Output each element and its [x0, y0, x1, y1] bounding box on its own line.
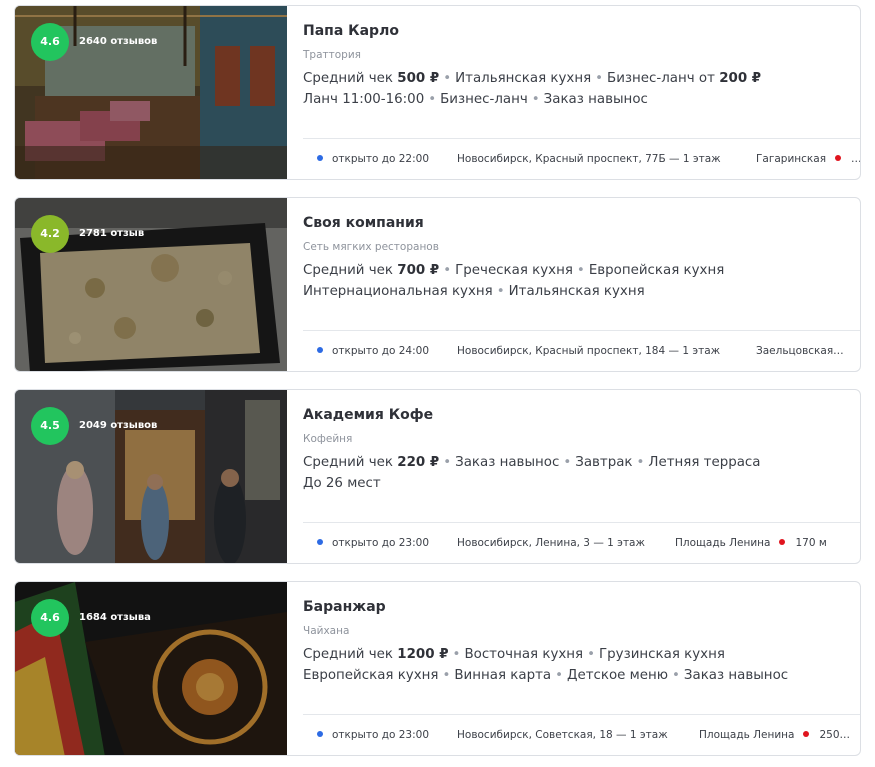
metro-line-dot	[835, 155, 842, 161]
reviews-count[interactable]: 2640 отзывов	[79, 36, 157, 47]
tag: Европейская кухня	[588, 263, 725, 278]
restaurant-card[interactable]: 4.6 1684 отзыва Баранжар Чайхана Средний…	[14, 581, 861, 756]
tag: Завтрак	[575, 455, 633, 470]
rating-badge: 4.6	[31, 23, 69, 61]
restaurant-list: 4.6 2640 отзывов Папа Карло Траттория Ср…	[0, 0, 875, 767]
tag: Интернациональная кухня	[303, 283, 493, 299]
average-check-value: 700 ₽	[397, 263, 440, 278]
restaurant-info: Папа Карло Траттория Средний чек 500 ₽ • И…	[303, 6, 860, 179]
tags-line: Средний чек 500 ₽ • Итальянская кухня • Бизн…	[303, 71, 762, 86]
open-hours: открыто до 23:00	[317, 729, 429, 741]
reviews-count[interactable]: 1684 отзыва	[79, 612, 151, 623]
tag: Бизнес-ланч	[440, 91, 528, 107]
restaurant-tags: Средний чек 1200 ₽ • Восточная кухня • Грузи…	[303, 645, 823, 686]
restaurant-info: Баранжар Чайхана Средний чек 1200 ₽ • Вост…	[303, 582, 860, 755]
address[interactable]: Новосибирск, Красный проспект, 77Б — 1 э…	[457, 153, 721, 165]
tag: Летняя терраса	[648, 455, 761, 470]
open-status-dot	[317, 731, 323, 737]
open-status-dot	[317, 539, 323, 545]
restaurant-tags: Средний чек 220 ₽ • Заказ навынос • Завтрак •…	[303, 453, 823, 494]
restaurant-photo[interactable]: 4.5 2049 отзывов	[15, 390, 287, 563]
reviews-count[interactable]: 2049 отзывов	[79, 420, 157, 431]
metro-line-dot	[779, 539, 786, 545]
restaurant-category: Траттория	[303, 49, 361, 61]
card-footer: открыто до 23:00 Новосибирск, Советская,…	[303, 714, 860, 755]
tag: Грузинская кухня	[599, 647, 725, 662]
restaurant-name[interactable]: Баранжар	[303, 599, 386, 615]
open-hours: открыто до 22:00	[317, 153, 429, 165]
restaurant-photo[interactable]: 4.6 1684 отзыва	[15, 582, 287, 755]
restaurant-category: Кофейня	[303, 433, 353, 445]
metro-distance: 170 м	[795, 537, 827, 549]
tag: Греческая кухня	[455, 263, 573, 278]
metro-station: Гагаринская…	[756, 153, 860, 165]
average-check-label: Средний чек	[303, 263, 394, 278]
rating-badge: 4.2	[31, 215, 69, 253]
restaurant-tags: Средний чек 700 ₽ • Греческая кухня • Европе…	[303, 261, 823, 302]
average-check-label: Средний чек	[303, 455, 394, 470]
restaurant-card[interactable]: 4.5 2049 отзывов Академия Кофе Кофейня С…	[14, 389, 861, 564]
tags-line: Средний чек 1200 ₽ • Восточная кухня • Грузи…	[303, 647, 725, 662]
average-check-value: 220 ₽	[397, 455, 440, 470]
tag: До 26 мест	[303, 475, 381, 491]
card-footer: открыто до 23:00 Новосибирск, Ленина, 3 …	[303, 522, 860, 563]
address[interactable]: Новосибирск, Красный проспект, 184 — 1 э…	[457, 345, 720, 357]
tag: Итальянская кухня	[455, 71, 592, 86]
restaurant-info: Своя компания Сеть мягких ресторанов Сре…	[303, 198, 860, 371]
restaurant-name[interactable]: Своя компания	[303, 215, 424, 231]
restaurant-name[interactable]: Академия Кофе	[303, 407, 433, 423]
address[interactable]: Новосибирск, Советская, 18 — 1 этаж	[457, 729, 668, 741]
tags-line: Европейская кухня • Винная карта • Детское м…	[303, 667, 789, 683]
tag: Восточная кухня	[464, 647, 584, 662]
open-hours: открыто до 24:00	[317, 345, 429, 357]
average-check-value: 500 ₽	[397, 71, 440, 86]
tag: Заказ навынос	[683, 667, 789, 683]
tag: Заказ навынос	[543, 91, 648, 107]
tag: Итальянская кухня	[508, 283, 645, 299]
tag: Винная карта	[454, 667, 552, 683]
rating-badge: 4.6	[31, 599, 69, 637]
address[interactable]: Новосибирск, Ленина, 3 — 1 этаж	[457, 537, 645, 549]
open-status-dot	[317, 347, 323, 353]
open-status-dot	[317, 155, 323, 161]
average-check-label: Средний чек	[303, 71, 394, 86]
tags-line: До 26 мест	[303, 474, 823, 495]
restaurant-card[interactable]: 4.2 2781 отзыв Своя компания Сеть мягких…	[14, 197, 861, 372]
metro-station: Площадь Ленина 170 м	[675, 537, 827, 549]
restaurant-info: Академия Кофе Кофейня Средний чек 220 ₽ •…	[303, 390, 860, 563]
tags-line: Средний чек 220 ₽ • Заказ навынос • Завтрак •…	[303, 455, 761, 470]
tags-line: Интернациональная кухня • Итальянская кухн…	[303, 283, 645, 299]
restaurant-photo[interactable]: 4.2 2781 отзыв	[15, 198, 287, 371]
metro-distance: 250…	[819, 729, 851, 741]
restaurant-category: Чайхана	[303, 625, 350, 637]
tags-line: Средний чек 700 ₽ • Греческая кухня • Европе…	[303, 263, 725, 278]
rating-badge: 4.5	[31, 407, 69, 445]
restaurant-category: Сеть мягких ресторанов	[303, 241, 439, 253]
average-check-label: Средний чек	[303, 647, 394, 662]
tags-line: Ланч 11:00-16:00 • Бизнес-ланч • Заказ навын…	[303, 91, 648, 107]
metro-station: Площадь Ленина 250…	[699, 729, 851, 741]
restaurant-name[interactable]: Папа Карло	[303, 23, 399, 39]
reviews-count[interactable]: 2781 отзыв	[79, 228, 144, 239]
business-lunch-price: 200 ₽	[719, 71, 762, 86]
average-check-value: 1200 ₽	[397, 647, 449, 662]
card-footer: открыто до 24:00 Новосибирск, Красный пр…	[303, 330, 860, 371]
tag: Заказ навынос	[455, 455, 560, 470]
tag: Ланч 11:00-16:00	[303, 91, 425, 107]
metro-line-dot	[803, 731, 810, 737]
restaurant-card[interactable]: 4.6 2640 отзывов Папа Карло Траттория Ср…	[14, 5, 861, 180]
restaurant-tags: Средний чек 500 ₽ • Итальянская кухня • Бизн…	[303, 69, 823, 110]
business-lunch-label: Бизнес-ланч от	[607, 71, 715, 86]
open-hours: открыто до 23:00	[317, 537, 429, 549]
tag: Детское меню	[567, 667, 669, 683]
card-footer: открыто до 22:00 Новосибирск, Красный пр…	[303, 138, 860, 179]
restaurant-photo[interactable]: 4.6 2640 отзывов	[15, 6, 287, 179]
metro-station: Заельцовская…	[756, 345, 844, 357]
tag: Европейская кухня	[303, 667, 439, 683]
